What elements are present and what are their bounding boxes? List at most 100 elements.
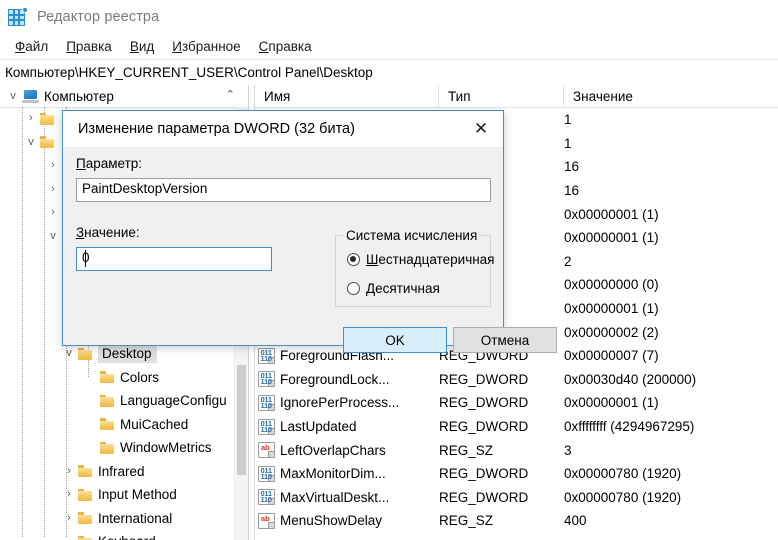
radio-label: Шестнадцатеричная — [366, 252, 495, 267]
radio-button-icon[interactable] — [347, 253, 360, 266]
tree-node-international[interactable]: › International — [0, 507, 248, 531]
menu-accel: В — [129, 39, 139, 54]
folder-icon — [40, 112, 54, 125]
cell-type: REG_DWORD — [439, 419, 529, 435]
cell-name: MaxMonitorDim... — [255, 465, 439, 482]
cell-value: 3 — [564, 442, 572, 458]
radio-hexadecimal[interactable]: Шестнадцатеричная — [347, 252, 495, 267]
tree-node-windowmetrics[interactable]: › WindowMetrics — [0, 436, 248, 460]
value-data-label: Значение: — [76, 225, 140, 240]
cell-value: 2 — [564, 253, 572, 269]
value-name-label: Параметр: — [76, 156, 142, 171]
cell-value: 1 — [564, 135, 572, 151]
table-row[interactable]: MaxVirtualDeskt... REG_DWORD 0x00000780 … — [255, 486, 778, 510]
tree-node-label: International — [98, 510, 173, 526]
tree-node-label: Keyboard — [98, 534, 156, 540]
cell-type: REG_DWORD — [439, 371, 529, 387]
chevron-placeholder-icon: › — [82, 442, 100, 453]
cell-name: LastUpdated — [255, 418, 439, 435]
tree-node-label: Input Method — [98, 487, 177, 503]
cancel-button[interactable]: Отмена — [453, 327, 557, 353]
registry-editor-icon — [8, 7, 28, 27]
menu-label: збранное — [181, 39, 241, 54]
radio-button-icon[interactable] — [347, 282, 360, 295]
dword-value-icon — [258, 394, 275, 411]
menu-label: айл — [25, 39, 49, 54]
close-icon[interactable]: ✕ — [459, 112, 503, 146]
tree-node-keyboard[interactable]: › Keyboard — [0, 530, 248, 540]
cell-value: 400 — [564, 513, 587, 529]
collapse-all-icon[interactable]: ⌃ — [226, 88, 235, 101]
cell-name: MenuShowDelay — [255, 512, 439, 529]
menu-accel: Ф — [15, 39, 26, 54]
label-text: есятичная — [375, 281, 440, 296]
cell-value: 0x00000001 (1) — [564, 395, 659, 411]
tree-node-computer[interactable]: v Компьютер — [4, 85, 114, 107]
tree-node-languageconfiguration[interactable]: › LanguageConfigu — [0, 389, 248, 413]
radio-decimal[interactable]: Десятичная — [347, 281, 440, 296]
ok-button[interactable]: OK — [343, 327, 447, 353]
folder-icon — [78, 347, 92, 360]
registry-path: Компьютер\HKEY_CURRENT_USER\Control Pane… — [5, 65, 373, 80]
folder-icon — [40, 136, 54, 149]
tree-scrollbar-thumb[interactable] — [237, 365, 246, 475]
computer-icon — [22, 89, 39, 103]
chevron-down-icon[interactable]: v — [44, 230, 62, 242]
value-name: IgnorePerProcess... — [280, 395, 400, 411]
chevron-right-icon[interactable]: › — [44, 207, 62, 218]
list-column-headers: Имя Тип Значение — [255, 85, 778, 108]
value-data-input[interactable]: 0 — [76, 247, 272, 271]
folder-icon — [100, 418, 114, 431]
column-header-value[interactable]: Значение — [564, 85, 778, 107]
dword-value-icon — [258, 418, 275, 435]
chevron-right-icon[interactable]: › — [22, 113, 40, 124]
address-bar[interactable]: Компьютер\HKEY_CURRENT_USER\Control Pane… — [0, 60, 778, 86]
table-row[interactable]: LeftOverlapChars REG_SZ 3 — [255, 438, 778, 462]
chevron-right-icon[interactable]: › — [60, 465, 78, 477]
menu-item-help[interactable]: Справка — [250, 39, 321, 54]
tree-node-infrared[interactable]: › Infrared — [0, 460, 248, 484]
tree-node-muicached[interactable]: › MuiCached — [0, 413, 248, 437]
column-header-type[interactable]: Тип — [439, 85, 564, 107]
cell-name: ForegroundLock... — [255, 371, 439, 388]
label-accel: З — [76, 225, 85, 240]
radio-label: Десятичная — [366, 281, 440, 296]
label-accel: Д — [366, 281, 376, 296]
cell-value: 0x00000780 (1920) — [564, 466, 682, 482]
table-row[interactable]: MenuShowDelay REG_SZ 400 — [255, 509, 778, 533]
chevron-right-icon[interactable]: › — [44, 183, 62, 195]
table-row[interactable]: LastUpdated REG_DWORD 0xffffffff (429496… — [255, 415, 778, 439]
cell-value: 16 — [564, 183, 580, 199]
folder-icon — [100, 394, 114, 407]
value-name-input[interactable]: PaintDesktopVersion — [76, 178, 491, 202]
menu-accel: И — [172, 39, 182, 54]
table-row[interactable]: ForegroundLock... REG_DWORD 0x00030d40 (… — [255, 368, 778, 392]
dialog-titlebar: Изменение параметра DWORD (32 бита) ✕ — [63, 111, 503, 147]
chevron-right-icon[interactable]: › — [60, 512, 78, 524]
tree-node-label: WindowMetrics — [120, 440, 212, 456]
text-caret — [85, 250, 86, 267]
table-row[interactable]: IgnorePerProcess... REG_DWORD 0x00000001… — [255, 391, 778, 415]
value-name: MenuShowDelay — [280, 513, 383, 529]
chevron-down-icon[interactable]: v — [22, 136, 40, 148]
column-header-name[interactable]: Имя — [255, 85, 439, 107]
tree-node-input-method[interactable]: › Input Method — [0, 483, 248, 507]
menu-item-edit[interactable]: Правка — [57, 39, 121, 54]
dword-value-icon — [258, 371, 275, 388]
cell-value: 0x00000001 (1) — [564, 230, 659, 246]
menu-item-favorites[interactable]: Избранное — [163, 39, 249, 54]
cell-value: 1 — [564, 112, 572, 128]
tree-node-label: Infrared — [98, 463, 145, 479]
tree-node-colors[interactable]: › Colors — [0, 366, 248, 390]
string-value-icon — [258, 512, 275, 529]
chevron-down-icon[interactable]: v — [60, 348, 78, 359]
menu-item-file[interactable]: Файл — [6, 39, 57, 54]
folder-icon — [78, 535, 92, 540]
menu-item-view[interactable]: Вид — [121, 39, 163, 54]
chevron-right-icon[interactable]: › — [44, 160, 62, 171]
value-name: MaxMonitorDim... — [280, 466, 386, 482]
table-row[interactable]: MaxMonitorDim... REG_DWORD 0x00000780 (1… — [255, 462, 778, 486]
chevron-right-icon[interactable]: › — [60, 489, 78, 500]
chevron-down-icon[interactable]: v — [4, 90, 22, 102]
value-name: LastUpdated — [280, 419, 357, 435]
